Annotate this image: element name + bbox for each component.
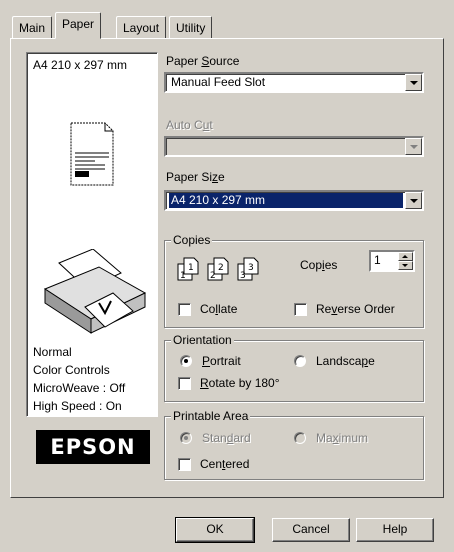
rotate-180-checkbox[interactable]	[178, 377, 191, 390]
reverse-order-checkbox[interactable]	[294, 303, 307, 316]
paper-size-label: Paper Size	[166, 170, 225, 184]
tab-layout[interactable]: Layout	[116, 16, 167, 38]
tab-utility-label: Utility	[176, 21, 206, 35]
svg-text:3: 3	[240, 271, 246, 281]
paper-source-dropdown-button[interactable]	[405, 74, 422, 91]
maximum-radio[interactable]	[294, 432, 306, 444]
orientation-group: Orientation	[164, 333, 424, 402]
preview-setting-highspeed: High Speed : On	[33, 399, 122, 413]
copies-spinner[interactable]: 1	[369, 250, 415, 272]
cancel-button[interactable]: Cancel	[272, 518, 350, 542]
svg-text:3: 3	[248, 263, 254, 273]
collate-label[interactable]: Collate	[200, 302, 237, 316]
printable-area-group-title: Printable Area	[171, 409, 251, 423]
svg-text:1: 1	[188, 263, 194, 273]
paper-source-value: Manual Feed Slot	[171, 75, 266, 89]
print-preview-pane: A4 210 x 297 mm Normal Color Controls Mi…	[26, 52, 158, 417]
paper-source-select[interactable]: Manual Feed Slot	[164, 72, 424, 93]
orientation-group-title: Orientation	[171, 333, 234, 347]
tab-utility[interactable]: Utility	[169, 16, 213, 38]
copies-decrement-button[interactable]	[398, 261, 413, 270]
tab-paper[interactable]: Paper	[55, 12, 102, 39]
reverse-order-label[interactable]: Reverse Order	[316, 302, 395, 316]
printer-icon	[43, 249, 147, 334]
tab-paper-label: Paper	[62, 17, 95, 31]
maximum-label[interactable]: Maximum	[316, 431, 368, 445]
copies-value: 1	[374, 253, 381, 267]
collate-checkbox[interactable]	[178, 303, 191, 316]
portrait-label[interactable]: Portrait	[202, 354, 241, 368]
auto-cut-label: Auto Cut	[166, 118, 213, 132]
rotate-180-label[interactable]: Rotate by 180°	[200, 376, 280, 390]
tab-main[interactable]: Main	[12, 16, 53, 38]
preview-setting-color: Color Controls	[33, 363, 110, 377]
preview-setting-microweave: MicroWeave : Off	[33, 381, 126, 395]
preview-setting-mode: Normal	[33, 345, 72, 359]
landscape-radio[interactable]	[294, 355, 306, 367]
preview-paper-size: A4 210 x 297 mm	[33, 58, 128, 72]
paper-size-dropdown-button[interactable]	[405, 192, 422, 209]
ok-button[interactable]: OK	[175, 517, 255, 543]
auto-cut-dropdown-button[interactable]	[405, 138, 422, 155]
tab-layout-label: Layout	[123, 21, 160, 35]
svg-text:2: 2	[218, 263, 224, 273]
standard-radio[interactable]	[180, 432, 192, 444]
auto-cut-select[interactable]	[164, 136, 424, 157]
collate-order-icon: 11 22 33	[177, 257, 259, 281]
centered-checkbox[interactable]	[178, 458, 191, 471]
copies-group-title: Copies	[171, 233, 213, 247]
tab-main-label: Main	[19, 21, 46, 35]
svg-text:1: 1	[180, 271, 186, 281]
paper-source-label: Paper Source	[166, 54, 240, 68]
copies-label: Copies	[300, 258, 338, 272]
svg-text:2: 2	[210, 271, 216, 281]
portrait-radio[interactable]	[180, 355, 192, 367]
paper-size-value: A4 210 x 297 mm	[169, 193, 403, 208]
paper-size-select[interactable]: A4 210 x 297 mm	[164, 190, 424, 211]
page-preview-icon	[70, 122, 114, 186]
landscape-label[interactable]: Landscape	[316, 354, 375, 368]
epson-logo: EPSON	[36, 430, 150, 464]
centered-label[interactable]: Centered	[200, 457, 249, 471]
copies-increment-button[interactable]	[398, 252, 413, 261]
auto-cut-value	[169, 139, 173, 154]
printer-properties-dialog: Main Paper Layout Utility A4 210 x 297 m…	[0, 0, 454, 552]
standard-label[interactable]: Standard	[202, 431, 251, 445]
help-button[interactable]: Help	[356, 518, 434, 542]
